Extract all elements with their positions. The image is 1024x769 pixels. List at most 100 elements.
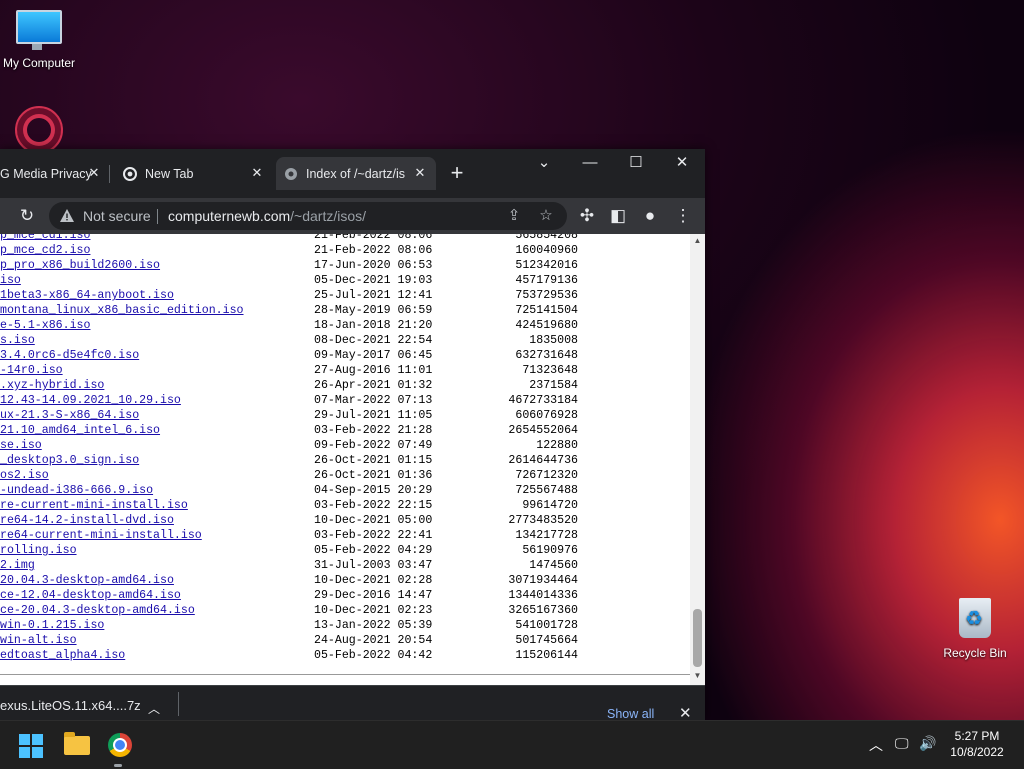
file-link[interactable]: montana_linux_x86_basic_edition.iso [0, 303, 244, 318]
file-size: 632731648 [515, 349, 578, 362]
tab-search-button[interactable]: ⌄ [521, 149, 567, 179]
file-date: 04-Sep-2015 20:29 [314, 484, 433, 497]
menu-icon[interactable]: ⋮ [673, 206, 693, 226]
desktop-icon-label: My Computer [2, 56, 76, 70]
file-link[interactable]: p_mce_cd2.iso [0, 243, 90, 258]
scroll-thumb[interactable] [693, 609, 702, 667]
system-clock[interactable]: 5:27 PM 10/8/2022 [944, 728, 1010, 760]
chrome-taskbar-icon[interactable] [108, 733, 132, 757]
file-link[interactable]: iso [0, 273, 21, 288]
show-all-button[interactable]: Show all [607, 707, 654, 721]
file-link[interactable]: re64-current-mini-install.iso [0, 528, 202, 543]
file-link[interactable]: ce-20.04.3-desktop-amd64.iso [0, 603, 195, 618]
tab-new-tab[interactable]: New Tab ✕ [115, 157, 273, 190]
file-link[interactable]: win-0.1.215.iso [0, 618, 104, 633]
minimize-button[interactable]: — [567, 149, 613, 179]
running-indicator [114, 764, 122, 767]
file-link[interactable]: se.iso [0, 438, 42, 453]
tab-strip: G Media Privacy ✕ New Tab ✕ Index of /~d… [0, 149, 705, 198]
page-icon [285, 167, 297, 180]
network-icon[interactable]: 🖵 [895, 735, 909, 752]
file-link[interactable]: s.iso [0, 333, 35, 348]
file-link[interactable]: edtoast_alpha4.iso [0, 648, 125, 663]
file-size: 2371584 [529, 379, 578, 392]
file-date: 03-Feb-2022 22:15 [314, 499, 433, 512]
file-size: 1344014336 [508, 589, 578, 602]
security-status[interactable]: Not secure [83, 208, 151, 224]
download-shelf: exus.LiteOS.11.x64....7z ︿ Show all ✕ [0, 685, 705, 722]
file-link[interactable]: 2.img [0, 558, 35, 573]
file-explorer-icon[interactable] [64, 732, 90, 755]
file-date: 21-Feb-2022 08:06 [314, 244, 433, 257]
file-link[interactable]: p_mce_cd1.iso [0, 234, 90, 243]
file-date: 10-Dec-2021 02:23 [314, 604, 433, 617]
file-link[interactable]: 1beta3-x86_64-anyboot.iso [0, 288, 174, 303]
file-link[interactable]: -14r0.iso [0, 363, 63, 378]
close-icon[interactable]: ✕ [412, 165, 428, 181]
extensions-icon[interactable]: ✣ [577, 206, 597, 226]
warning-icon [60, 209, 74, 222]
volume-icon[interactable]: 🔊 [919, 735, 936, 752]
file-date: 09-Feb-2022 07:49 [314, 439, 433, 452]
side-panel-icon[interactable]: ◧ [608, 206, 628, 226]
file-link[interactable]: 21.10_amd64_intel_6.iso [0, 423, 160, 438]
file-link[interactable]: win-alt.iso [0, 633, 77, 648]
scroll-down-arrow[interactable]: ▼ [693, 672, 702, 680]
file-link[interactable]: p_pro_x86_build2600.iso [0, 258, 160, 273]
browser-toolbar: ↻ Not secure computernewb.com/~dartz/iso… [0, 198, 705, 234]
file-link[interactable]: os2.iso [0, 468, 49, 483]
share-icon[interactable]: ⇪ [505, 207, 523, 225]
tab-media-privacy[interactable]: G Media Privacy ✕ [0, 157, 110, 190]
file-link[interactable]: _desktop3.0_sign.iso [0, 453, 139, 468]
file-date: 10-Dec-2021 02:28 [314, 574, 433, 587]
tab-index-of-isos[interactable]: Index of /~dartz/is ✕ [276, 157, 436, 190]
file-link[interactable]: -undead-i386-666.9.iso [0, 483, 153, 498]
file-size: 160040960 [515, 244, 578, 257]
tab-label: Index of /~dartz/is [306, 166, 406, 181]
file-link[interactable]: .xyz-hybrid.iso [0, 378, 104, 393]
chevron-up-icon[interactable]: ︿ [148, 700, 160, 717]
file-link[interactable]: 20.04.3-desktop-amd64.iso [0, 573, 174, 588]
close-icon[interactable]: ✕ [249, 165, 265, 181]
url-text[interactable]: computernewb.com/~dartz/isos/ [168, 208, 366, 224]
file-size: 2773483520 [508, 514, 578, 527]
close-icon[interactable]: ✕ [86, 165, 102, 181]
scroll-up-arrow[interactable]: ▲ [693, 237, 702, 245]
profile-icon[interactable]: ● [640, 206, 660, 226]
file-size: 99614720 [522, 499, 578, 512]
start-button[interactable] [19, 734, 43, 758]
desktop-icon-app[interactable] [0, 106, 84, 154]
file-link[interactable]: 3.4.0rc6-d5e4fc0.iso [0, 348, 139, 363]
address-bar[interactable]: Not secure computernewb.com/~dartz/isos/… [49, 202, 567, 230]
close-window-button[interactable]: ✕ [659, 149, 705, 179]
chrome-icon [123, 166, 137, 181]
chevron-up-icon[interactable]: ︿ [869, 735, 883, 755]
file-date: 08-Dec-2021 22:54 [314, 334, 433, 347]
desktop-icon-my-computer[interactable]: My Computer [0, 10, 84, 70]
vertical-scrollbar[interactable]: ▲ ▼ [690, 234, 705, 685]
reload-button[interactable]: ↻ [17, 206, 37, 226]
download-item[interactable]: exus.LiteOS.11.x64....7z [0, 698, 141, 713]
file-link[interactable]: e-5.1-x86.iso [0, 318, 90, 333]
file-size: 1835008 [529, 334, 578, 347]
file-date: 29-Dec-2016 14:47 [314, 589, 433, 602]
file-link[interactable]: re64-14.2-install-dvd.iso [0, 513, 174, 528]
file-link[interactable]: 12.43-14.09.2021_10.29.iso [0, 393, 181, 408]
computer-icon [16, 10, 62, 50]
browser-window: G Media Privacy ✕ New Tab ✕ Index of /~d… [0, 149, 705, 722]
clock-date: 10/8/2022 [950, 745, 1004, 759]
file-date: 26-Oct-2021 01:36 [314, 469, 433, 482]
bookmark-star-icon[interactable]: ☆ [537, 207, 555, 225]
maximize-button[interactable]: ☐ [613, 149, 659, 179]
file-size: 1474560 [529, 559, 578, 572]
file-link[interactable]: ce-12.04-desktop-amd64.iso [0, 588, 181, 603]
file-size: 501745664 [515, 634, 578, 647]
file-size: 3265167360 [508, 604, 578, 617]
file-size: 725567488 [515, 484, 578, 497]
file-link[interactable]: rolling.iso [0, 543, 77, 558]
file-link[interactable]: re-current-mini-install.iso [0, 498, 188, 513]
desktop-icon-recycle-bin[interactable]: Recycle Bin [930, 598, 1020, 660]
file-link[interactable]: ux-21.3-S-x86_64.iso [0, 408, 139, 423]
new-tab-button[interactable]: + [446, 162, 468, 185]
tab-separator [109, 165, 110, 183]
